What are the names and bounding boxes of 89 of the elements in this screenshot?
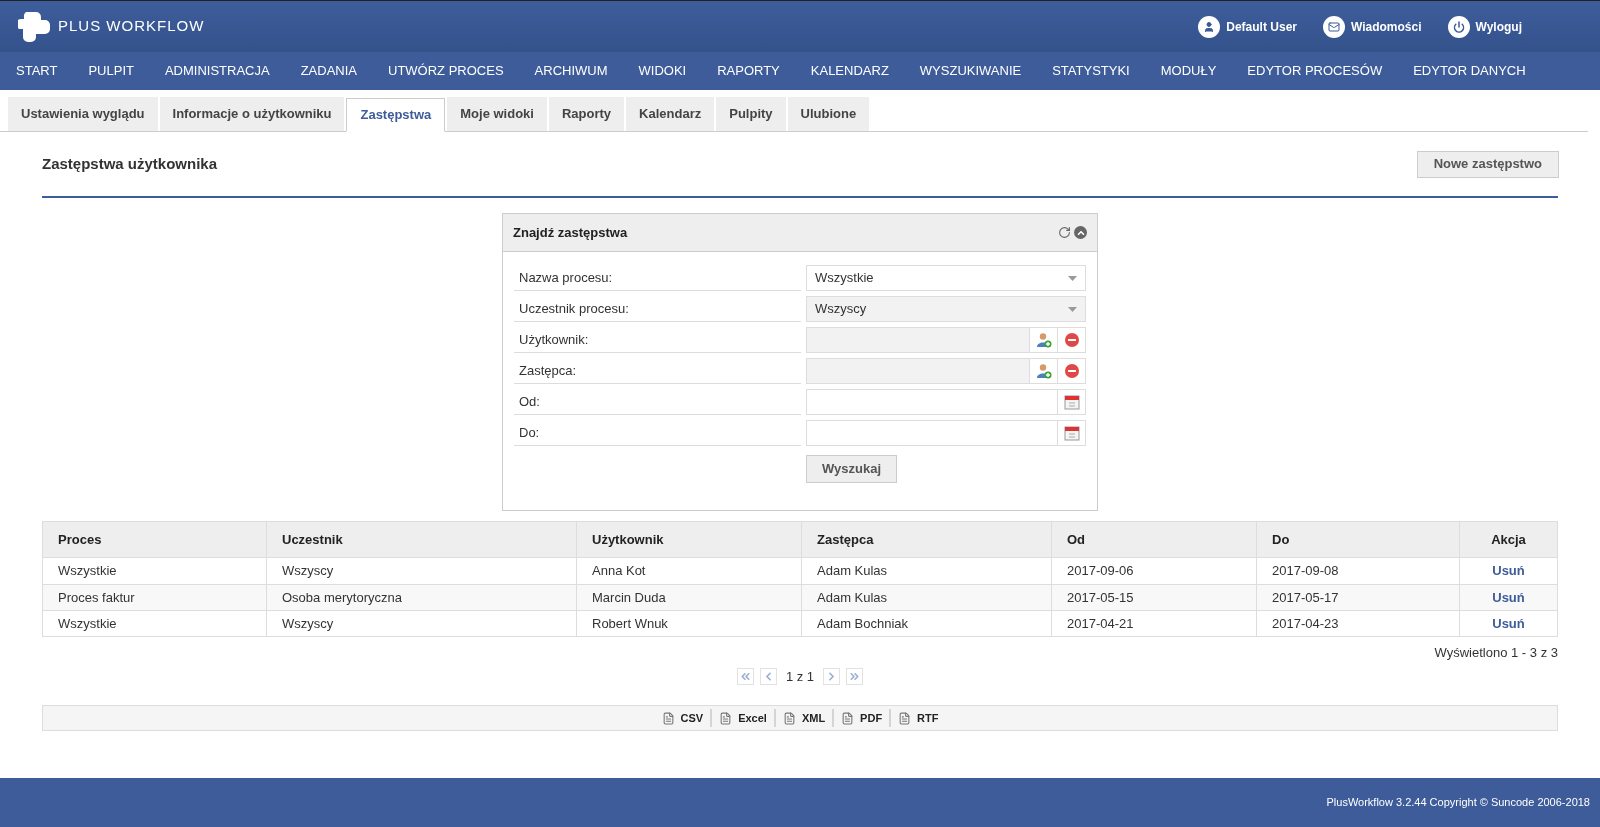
export-link[interactable]: Excel xyxy=(717,709,769,727)
field-label: Od: xyxy=(514,389,801,415)
column-header[interactable]: Uczestnik xyxy=(266,522,576,557)
nav-item[interactable]: UTWÓRZ PROCES xyxy=(388,61,504,81)
nav-item[interactable]: STATYSTYKI xyxy=(1052,61,1130,81)
nav-item[interactable]: KALENDARZ xyxy=(810,61,889,81)
nav-item[interactable]: RAPORTY xyxy=(717,61,780,81)
export-link[interactable]: RTF xyxy=(896,709,941,727)
prev-page-button[interactable] xyxy=(759,667,777,685)
power-icon xyxy=(1447,15,1470,38)
export-link[interactable]: CSV xyxy=(659,709,706,727)
table-cell: Wszyscy xyxy=(266,611,576,636)
logo[interactable]: PLUS WORKFLOW xyxy=(18,9,205,44)
column-header[interactable]: Do xyxy=(1256,522,1459,557)
column-header[interactable]: Od xyxy=(1051,522,1256,557)
tab[interactable]: Ulubione xyxy=(787,97,870,131)
date-field[interactable] xyxy=(806,389,1058,415)
column-header[interactable]: Proces xyxy=(43,522,266,557)
copyright-text: PlusWorkflow 3.2.44 Copyright © Suncode 2006-2018 xyxy=(1326,795,1590,811)
document-icon xyxy=(782,711,796,725)
new-button[interactable]: Nowe zastępstwo xyxy=(1416,150,1559,178)
user-add-icon[interactable] xyxy=(1035,332,1052,348)
search-button[interactable]: Wyszukaj xyxy=(806,455,897,483)
tab[interactable]: Ustawienia wyglądu xyxy=(8,97,158,131)
document-icon xyxy=(841,711,855,725)
calendar-icon[interactable] xyxy=(1063,425,1080,441)
nav-item[interactable]: ZADANIA xyxy=(300,61,357,81)
panel-title: Znajdź zastępstwa xyxy=(513,223,628,242)
page-title: Zastępstwa użytkownika xyxy=(42,153,218,174)
export-link[interactable]: XML xyxy=(780,709,828,727)
nav-item[interactable]: START xyxy=(16,61,58,81)
column-header[interactable]: Użytkownik xyxy=(576,522,801,557)
last-page-button[interactable] xyxy=(846,667,864,685)
nav-item[interactable]: PULPIT xyxy=(88,61,134,81)
table-cell: 2017-04-21 xyxy=(1051,611,1256,636)
document-icon xyxy=(898,711,912,725)
document-icon xyxy=(719,711,733,725)
collapse-icon[interactable] xyxy=(1074,226,1087,239)
nav-item[interactable]: EDYTOR DANYCH xyxy=(1413,61,1526,81)
field-label: Do: xyxy=(514,420,801,446)
table-cell: 2017-04-23 xyxy=(1256,611,1459,636)
tab[interactable]: Informacje o użytkowniku xyxy=(159,97,345,131)
caret-icon xyxy=(1068,306,1077,312)
header-link[interactable]: Default User xyxy=(1198,15,1297,38)
field-label: Uczestnik procesu: xyxy=(514,296,801,322)
user-add-icon[interactable] xyxy=(1035,363,1052,379)
caret-icon xyxy=(1068,275,1077,281)
field-label: Zastępca: xyxy=(514,358,801,384)
delete-link[interactable]: Usuń xyxy=(1492,587,1525,608)
tab[interactable]: Moje widoki xyxy=(447,97,547,131)
table-cell: Robert Wnuk xyxy=(576,611,801,636)
mail-icon xyxy=(1322,15,1345,38)
table-cell-text: Proces faktur xyxy=(57,588,136,607)
user-icon xyxy=(1198,15,1221,38)
remove-icon[interactable] xyxy=(1063,332,1080,348)
header-link[interactable]: Wyloguj xyxy=(1447,15,1522,38)
calendar-icon[interactable] xyxy=(1063,394,1080,410)
next-page-button[interactable] xyxy=(823,667,841,685)
results-summary: Wyświetlono 1 - 3 z 3 xyxy=(1434,644,1558,662)
delete-link[interactable]: Usuń xyxy=(1492,613,1525,634)
table-cell: Adam Bochniak xyxy=(801,611,1051,636)
nav-item[interactable]: ARCHIWUM xyxy=(534,61,608,81)
tab[interactable]: Raporty xyxy=(548,97,625,131)
date-field[interactable] xyxy=(806,420,1058,446)
column-header[interactable]: Akcja xyxy=(1459,522,1557,557)
nav-item[interactable]: WIDOKI xyxy=(638,61,687,81)
refresh-icon[interactable] xyxy=(1058,226,1071,239)
tab[interactable]: Kalendarz xyxy=(626,97,715,131)
header-link[interactable]: Wiadomości xyxy=(1322,15,1422,38)
logo-text: PLUS WORKFLOW xyxy=(58,16,205,37)
export-link[interactable]: PDF xyxy=(839,709,885,727)
nav-item[interactable]: MODUŁY xyxy=(1160,61,1217,81)
delete-link[interactable]: Usuń xyxy=(1492,561,1525,581)
table-cell-text: Wszystkie xyxy=(57,562,118,581)
page-indicator: 1 z 1 xyxy=(784,667,816,686)
nav-item[interactable]: EDYTOR PROCESÓW xyxy=(1247,61,1383,81)
first-page-button[interactable] xyxy=(736,667,754,685)
table-cell-text: Wszystkie xyxy=(57,614,118,633)
field-label: Użytkownik: xyxy=(514,327,801,353)
document-icon xyxy=(661,711,675,725)
field-label: Nazwa procesu: xyxy=(514,265,801,291)
logo-icon xyxy=(18,9,52,44)
column-header[interactable]: Zastępca xyxy=(801,522,1051,557)
tab[interactable]: Pulpity xyxy=(716,97,786,131)
select-field[interactable]: Wszystkie xyxy=(806,265,1086,291)
tab[interactable]: Zastępstwa xyxy=(346,98,446,132)
remove-icon[interactable] xyxy=(1063,363,1080,379)
nav-item[interactable]: ADMINISTRACJA xyxy=(164,61,270,81)
nav-item[interactable]: WYSZUKIWANIE xyxy=(919,61,1022,81)
